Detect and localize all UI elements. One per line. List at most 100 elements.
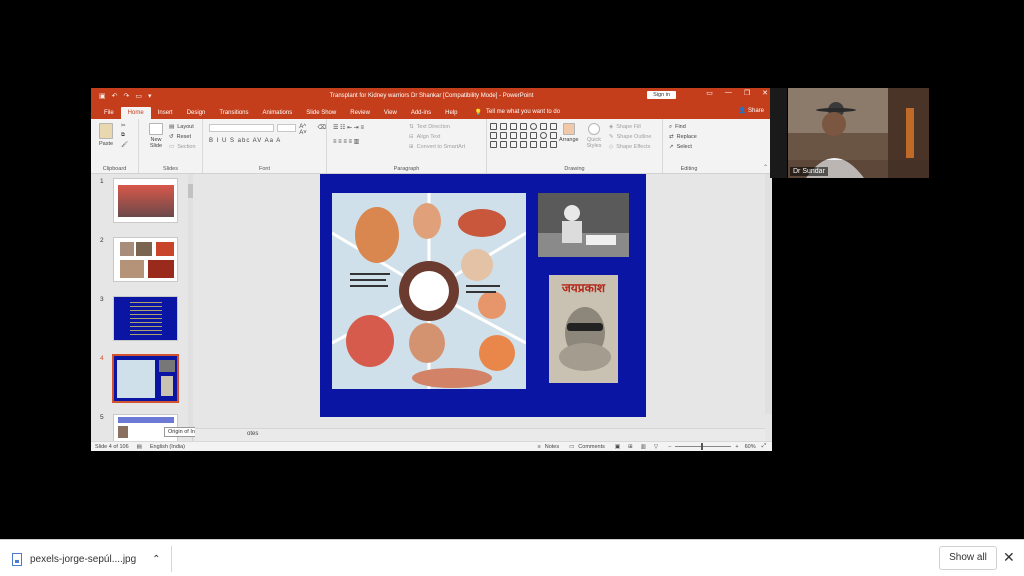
text-direction-button[interactable]: ⇅ Text Direction	[409, 122, 465, 132]
thumb4-photo	[159, 360, 175, 372]
minimize-button[interactable]: —	[725, 89, 732, 97]
font-format-buttons[interactable]: B I U S abc AV Aa A	[209, 138, 281, 144]
lightbulb-icon: 💡	[474, 110, 482, 116]
collapse-ribbon-icon[interactable]: ⌃	[763, 164, 768, 171]
editing-label: Editing	[680, 166, 698, 172]
canvas-scrollbar[interactable]	[765, 174, 772, 414]
list-buttons[interactable]: ☰ ☷ ⇤ ⇥ ≡	[333, 124, 364, 131]
reset-button[interactable]: ↺ Reset	[169, 132, 196, 142]
thumbnails-scrollbar[interactable]	[188, 174, 193, 436]
quick-styles-button[interactable]: Quick Styles	[583, 123, 605, 149]
zoom-out-icon[interactable]: −	[668, 444, 671, 450]
format-painter-icon[interactable]: 🖌	[121, 142, 128, 148]
download-item[interactable]: pexels-jorge-sepúl....jpg ⌃	[12, 548, 161, 570]
save-icon[interactable]: ▣	[99, 92, 106, 100]
tab-slide-show[interactable]: Slide Show	[299, 107, 343, 119]
shape-effects-button[interactable]: ◇ Shape Effects	[609, 142, 651, 152]
slide-thumbnail-4[interactable]	[112, 354, 179, 403]
slide-sorter-icon[interactable]: ⊞	[628, 444, 633, 450]
alignment-buttons[interactable]: ≡ ≡ ≡ ≡ ▥	[333, 138, 359, 145]
tab-animations[interactable]: Animations	[256, 107, 300, 119]
slide-thumbnail-3[interactable]	[113, 296, 178, 341]
download-file-name: pexels-jorge-sepúl....jpg	[30, 553, 137, 565]
ribbon: Paste ✂ ⧉ 🖌 Clipboard New Slide ▤ Layout …	[91, 119, 772, 174]
ribbon-display-button[interactable]: ▭	[706, 89, 713, 97]
close-button[interactable]: ✕	[762, 89, 768, 97]
tab-home[interactable]: Home	[120, 107, 151, 119]
tab-review[interactable]: Review	[343, 107, 377, 119]
status-bar: Slide 4 of 106 ▤ English (India) ≡ Notes…	[91, 441, 772, 451]
cut-icon[interactable]: ✂	[121, 123, 128, 129]
section-button[interactable]: ▭ Section	[169, 142, 196, 152]
font-size-box[interactable]	[276, 124, 297, 132]
shape-fill-button[interactable]: ◈ Shape Fill	[609, 122, 651, 132]
replace-button[interactable]: ⇄ Replace	[669, 132, 697, 142]
fit-slide-icon[interactable]: ⤢	[762, 443, 766, 450]
customize-qat-icon[interactable]: ▾	[148, 92, 152, 100]
spellcheck-icon[interactable]: ▤	[137, 444, 142, 450]
current-slide[interactable]: जयप्रकाश	[320, 174, 646, 417]
tab-insert[interactable]: Insert	[151, 107, 180, 119]
new-slide-button[interactable]: New Slide	[145, 123, 167, 149]
paste-label: Paste	[99, 141, 114, 147]
font-grow-icon[interactable]: A^ A˅	[299, 124, 314, 136]
drawing-label: Drawing	[564, 166, 585, 172]
layout-button[interactable]: ▤ Layout	[169, 122, 196, 132]
shape-outline-button[interactable]: ✎ Shape Outline	[609, 132, 651, 142]
chevron-up-icon[interactable]: ⌃	[152, 554, 160, 565]
find-button[interactable]: ⌕ Find	[669, 122, 697, 132]
thumb1-image	[118, 185, 174, 217]
share-button[interactable]: 👤 Share	[739, 107, 764, 114]
thumbnails-scroll-thumb[interactable]	[188, 184, 193, 198]
sign-in-button[interactable]: Sign in	[647, 91, 676, 99]
quick-styles-icon	[588, 123, 600, 135]
slide-thumbnail-2[interactable]	[113, 237, 178, 282]
reading-view-icon[interactable]: ▥	[641, 444, 646, 450]
close-icon[interactable]: ✕	[1003, 549, 1015, 566]
archival-photo-image[interactable]	[538, 193, 629, 257]
archival-photo-art	[538, 193, 629, 257]
tab-file[interactable]: File	[97, 107, 121, 119]
arrange-button[interactable]: Arrange	[559, 123, 579, 143]
tab-help[interactable]: Help	[438, 107, 464, 119]
book-cover-image[interactable]: जयप्रकाश	[549, 275, 618, 383]
select-button[interactable]: ➚ Select	[669, 142, 697, 152]
notes-toggle[interactable]: ≡ Notes	[538, 444, 560, 450]
smartart-button[interactable]: ⊞ Convert to SmartArt	[409, 142, 465, 152]
normal-view-icon[interactable]: ▣	[615, 444, 620, 450]
zoom-slider[interactable]	[675, 443, 732, 450]
participant-video-frame	[788, 88, 929, 178]
zoom-slider-thumb[interactable]	[701, 443, 704, 450]
notes-pane[interactable]: otes	[195, 428, 765, 441]
show-all-button[interactable]: Show all	[939, 546, 997, 570]
thumb-number-5: 5	[100, 414, 104, 421]
align-text-button[interactable]: ⊟ Align Text	[409, 132, 465, 142]
tab-design[interactable]: Design	[180, 107, 213, 119]
undo-icon[interactable]: ↶	[112, 92, 118, 100]
clear-formatting-icon[interactable]: ⌫	[318, 124, 326, 136]
slideshow-view-icon[interactable]: ▽	[654, 444, 658, 450]
replace-label: Replace	[676, 134, 697, 140]
thumb-number-1: 1	[100, 178, 104, 185]
copy-icon[interactable]: ⧉	[121, 132, 128, 139]
anatomy-poster-image[interactable]	[332, 193, 526, 389]
slide-thumbnail-1[interactable]	[113, 178, 178, 223]
present-icon[interactable]: ▭	[135, 92, 142, 100]
redo-icon[interactable]: ↷	[124, 92, 130, 100]
tell-me-search[interactable]: 💡 Tell me what you want to do	[473, 106, 563, 119]
reset-icon: ↺	[169, 134, 174, 140]
zoom-in-icon[interactable]: +	[735, 444, 738, 450]
comments-toggle[interactable]: ▭ Comments	[569, 444, 605, 450]
tab-add-ins[interactable]: Add-ins	[404, 107, 438, 119]
paste-button[interactable]: Paste	[99, 123, 113, 147]
tab-transitions[interactable]: Transitions	[212, 107, 255, 119]
font-name-box[interactable]	[209, 124, 274, 132]
comment-icon: ▭	[569, 443, 575, 450]
language-status[interactable]: English (India)	[150, 444, 185, 450]
tab-view[interactable]: View	[377, 107, 404, 119]
restore-button[interactable]: ❐	[744, 89, 750, 97]
participant-video[interactable]: Dr Sundar	[788, 88, 929, 178]
thumb3-text-lines	[130, 302, 162, 336]
zoom-level[interactable]: 60%	[745, 444, 756, 450]
group-slides: New Slide ▤ Layout ↺ Reset ▭ Section Slides	[139, 119, 203, 173]
